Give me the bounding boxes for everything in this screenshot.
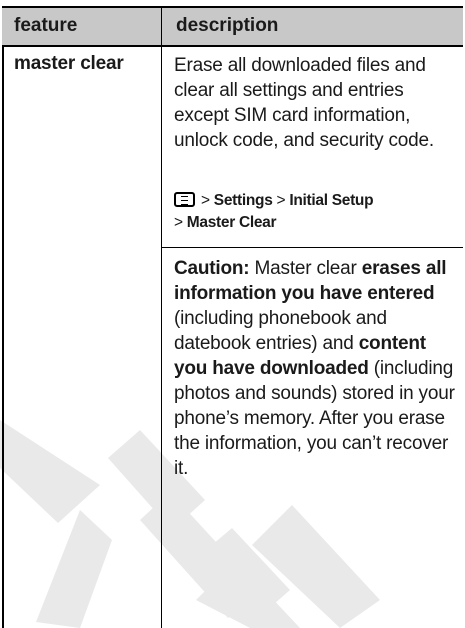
nav-item-master-clear: Master Clear — [186, 214, 277, 231]
table-header-row: feature description — [2, 8, 463, 47]
navigation-path: > Settings > Initial Setup > Master Clea… — [174, 192, 374, 231]
nav-item-settings: Settings — [213, 192, 273, 209]
description-intro: Erase all downloaded files and clear all… — [174, 55, 434, 151]
description-separator — [162, 247, 463, 248]
caution-label: Caution: — [174, 258, 250, 279]
column-header-feature: feature — [14, 15, 78, 36]
feature-cell: master clear — [14, 53, 124, 74]
menu-key-icon — [174, 192, 195, 207]
body-column-divider — [161, 45, 162, 628]
table-left-border — [2, 45, 4, 628]
header-column-divider — [161, 8, 162, 45]
nav-item-initial-setup: Initial Setup — [289, 192, 374, 209]
caution-paragraph: Caution: Master clear erases all informa… — [174, 258, 455, 479]
column-header-description: description — [176, 15, 279, 36]
